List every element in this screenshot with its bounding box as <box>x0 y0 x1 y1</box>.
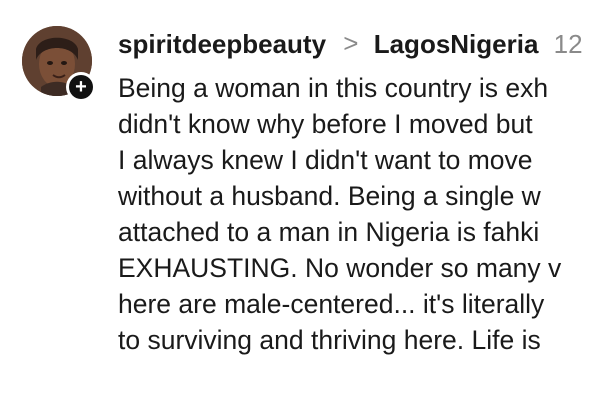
comment-header: spiritdeepbeauty > LagosNigeria 12 <box>118 25 583 63</box>
comment-line: to surviving and thriving here. Life is <box>118 325 541 355</box>
comment-line: I always knew I didn't want to move <box>118 145 533 175</box>
reply-target-link[interactable]: LagosNigeria <box>374 29 539 59</box>
username-link[interactable]: spiritdeepbeauty <box>118 29 326 59</box>
comment-item: + spiritdeepbeauty > LagosNigeria 12 Bei… <box>0 0 615 410</box>
follow-badge[interactable]: + <box>66 72 96 102</box>
timestamp: 12 <box>553 29 583 59</box>
comment-line: Being a woman in this country is exh <box>118 73 549 103</box>
comment-line: without a husband. Being a single w <box>118 181 541 211</box>
avatar-container[interactable]: + <box>22 26 96 102</box>
comment-line: here are male-centered... it's literally <box>118 289 545 319</box>
comment-body: Being a woman in this country is exh did… <box>118 70 561 358</box>
plus-icon: + <box>69 75 93 99</box>
comment-line: attached to a man in Nigeria is fahki <box>118 217 540 247</box>
reply-arrow: > <box>343 28 359 58</box>
comment-line: EXHAUSTING. No wonder so many v <box>118 253 562 283</box>
comment-line: didn't know why before I moved but <box>118 109 533 139</box>
